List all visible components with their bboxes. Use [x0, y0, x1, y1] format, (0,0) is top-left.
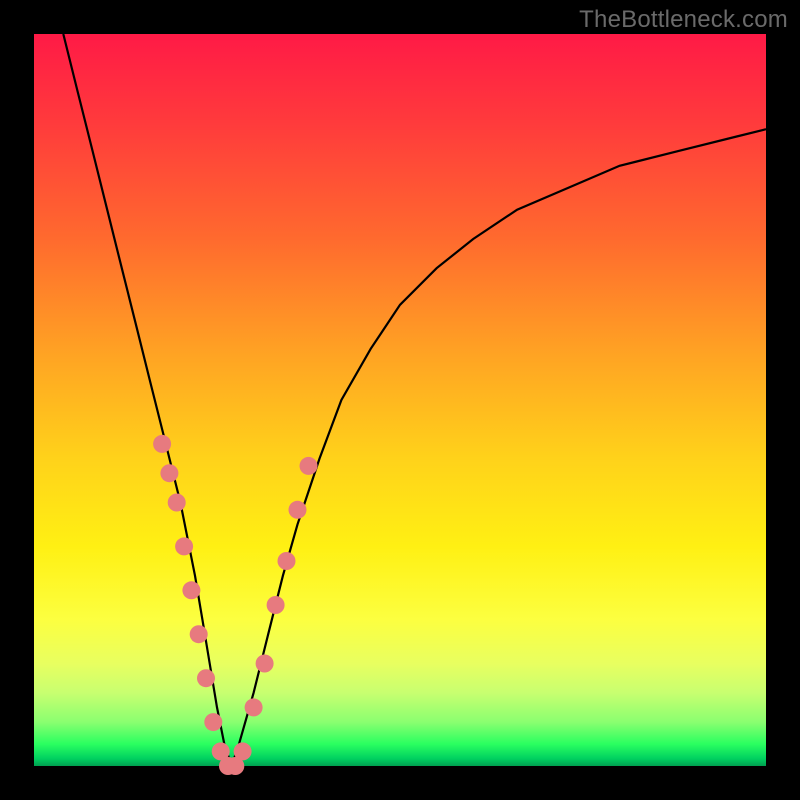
marker-dot [245, 698, 263, 716]
marker-group [153, 435, 317, 775]
marker-dot [160, 464, 178, 482]
marker-dot [190, 625, 208, 643]
watermark-text: TheBottleneck.com [579, 6, 788, 34]
bottleneck-curve [63, 34, 766, 766]
chart-svg [34, 34, 766, 766]
marker-dot [267, 596, 285, 614]
marker-dot [153, 435, 171, 453]
marker-dot [300, 457, 318, 475]
marker-dot [204, 713, 222, 731]
marker-dot [234, 742, 252, 760]
marker-dot [278, 552, 296, 570]
marker-dot [289, 501, 307, 519]
marker-dot [175, 537, 193, 555]
marker-dot [182, 581, 200, 599]
marker-dot [168, 494, 186, 512]
marker-dot [197, 669, 215, 687]
marker-dot [256, 655, 274, 673]
chart-frame: TheBottleneck.com [0, 0, 800, 800]
plot-area [34, 34, 766, 766]
